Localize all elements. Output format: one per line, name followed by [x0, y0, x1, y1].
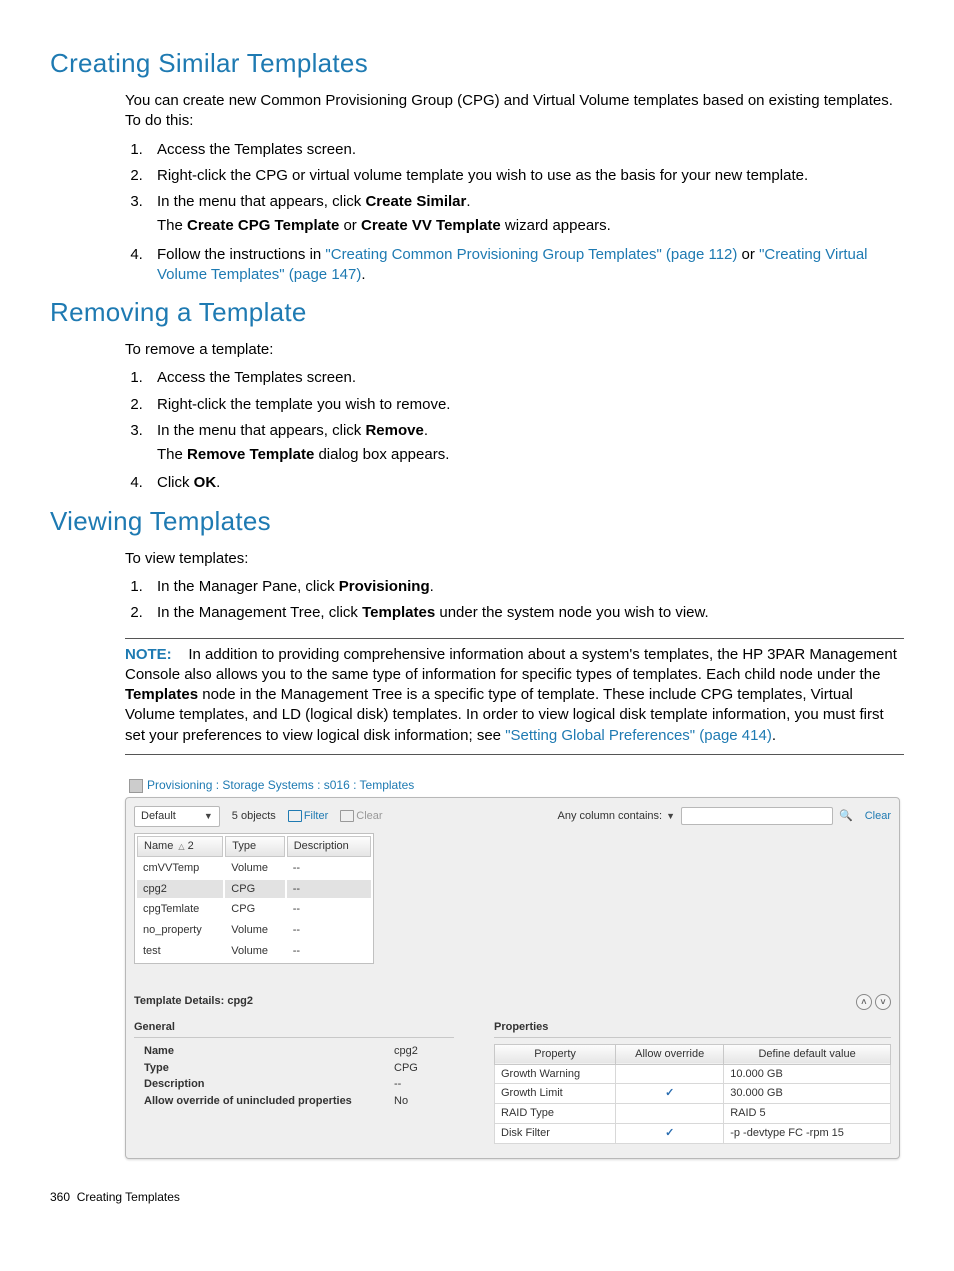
- gen-desc-v: --: [394, 1077, 401, 1092]
- step-r2: Right-click the template you wish to rem…: [147, 395, 904, 415]
- check-icon: ✓: [616, 1124, 724, 1144]
- step-r3-sub: The Remove Template dialog box appears.: [157, 445, 904, 465]
- table-row[interactable]: cpg2CPG--: [137, 880, 371, 899]
- col-type[interactable]: Type: [225, 836, 284, 857]
- table-row[interactable]: testVolume--: [137, 942, 371, 961]
- step-r3: In the menu that appears, click Remove. …: [147, 421, 904, 466]
- col-default-value[interactable]: Define default value: [724, 1044, 891, 1064]
- note-block: NOTE: In addition to providing comprehen…: [125, 638, 904, 755]
- heading-removing: Removing a Template: [50, 295, 904, 330]
- table-row: Growth Warning10.000 GB: [495, 1064, 891, 1084]
- link-global-prefs[interactable]: "Setting Global Preferences" (page 414): [505, 727, 772, 744]
- table-row: Growth Limit✓30.000 GB: [495, 1084, 891, 1104]
- clear-icon: [340, 810, 354, 822]
- templates-table[interactable]: Name △ 2 Type Description cmVVTempVolume…: [134, 833, 374, 964]
- heading-viewing: Viewing Templates: [50, 504, 904, 539]
- tab-properties[interactable]: Properties: [494, 1020, 891, 1038]
- filter-button[interactable]: Filter: [288, 809, 328, 824]
- filter-icon: [288, 810, 302, 822]
- intro-removing: To remove a template:: [125, 340, 904, 360]
- table-row: RAID TypeRAID 5: [495, 1104, 891, 1124]
- gen-allow-v: No: [394, 1094, 408, 1109]
- step-1: Access the Templates screen.: [147, 140, 904, 160]
- breadcrumb: Provisioning : Storage Systems : s016 : …: [125, 773, 900, 797]
- sort-asc-icon: △: [178, 842, 184, 851]
- collapse-down-icon[interactable]: ˅: [875, 994, 891, 1010]
- anycolumn-label: Any column contains: ▼: [558, 809, 675, 824]
- table-row: Disk Filter✓-p -devtype FC -rpm 15: [495, 1124, 891, 1144]
- properties-table: Property Allow override Define default v…: [494, 1044, 891, 1144]
- details-title: Template Details: cpg2: [134, 994, 253, 1009]
- object-count: 5 objects: [232, 809, 276, 824]
- table-row[interactable]: cmVVTempVolume--: [137, 859, 371, 878]
- step-3-sub: The Create CPG Template or Create VV Tem…: [157, 216, 904, 236]
- gen-desc-k: Description: [144, 1077, 394, 1092]
- collapse-up-icon[interactable]: ˄: [856, 994, 872, 1010]
- gen-name-k: Name: [144, 1044, 394, 1059]
- step-2: Right-click the CPG or virtual volume te…: [147, 166, 904, 186]
- table-row[interactable]: no_propertyVolume--: [137, 921, 371, 940]
- step-r1: Access the Templates screen.: [147, 368, 904, 388]
- gen-type-k: Type: [144, 1061, 394, 1076]
- gen-name-v: cpg2: [394, 1044, 418, 1059]
- anycolumn-input[interactable]: [681, 807, 833, 825]
- col-name[interactable]: Name △ 2: [137, 836, 223, 857]
- gen-type-v: CPG: [394, 1061, 418, 1076]
- col-property[interactable]: Property: [495, 1044, 616, 1064]
- step-v2: In the Management Tree, click Templates …: [147, 603, 904, 623]
- note-label: NOTE:: [125, 646, 172, 663]
- link-cpg-templates[interactable]: "Creating Common Provisioning Group Temp…: [325, 246, 737, 263]
- intro-creating: You can create new Common Provisioning G…: [125, 91, 904, 132]
- tab-general[interactable]: General: [134, 1020, 454, 1038]
- col-allow-override[interactable]: Allow override: [616, 1044, 724, 1064]
- step-3: In the menu that appears, click Create S…: [147, 192, 904, 237]
- search-icon[interactable]: 🔍: [839, 809, 853, 824]
- window-icon: [129, 779, 143, 793]
- heading-creating-similar: Creating Similar Templates: [50, 46, 904, 81]
- steps-removing: Access the Templates screen. Right-click…: [125, 368, 904, 493]
- intro-viewing: To view templates:: [125, 549, 904, 569]
- clear-button[interactable]: Clear: [865, 809, 891, 824]
- chevron-down-icon: ▼: [204, 810, 213, 822]
- page-footer: 360 Creating Templates: [50, 1189, 904, 1205]
- chevron-down-icon[interactable]: ▼: [666, 810, 675, 822]
- step-r4: Click OK.: [147, 473, 904, 493]
- check-icon: ✓: [616, 1084, 724, 1104]
- step-v1: In the Manager Pane, click Provisioning.: [147, 577, 904, 597]
- gen-allow-k: Allow override of unincluded properties: [144, 1094, 394, 1109]
- table-row[interactable]: cpgTemlateCPG--: [137, 900, 371, 919]
- filter-clear-disabled: Clear: [340, 809, 382, 824]
- col-description[interactable]: Description: [287, 836, 371, 857]
- steps-creating: Access the Templates screen. Right-click…: [125, 140, 904, 286]
- app-screenshot: Provisioning : Storage Systems : s016 : …: [125, 773, 900, 1159]
- steps-viewing: In the Manager Pane, click Provisioning.…: [125, 577, 904, 624]
- step-4: Follow the instructions in "Creating Com…: [147, 245, 904, 286]
- view-dropdown[interactable]: Default▼: [134, 806, 220, 827]
